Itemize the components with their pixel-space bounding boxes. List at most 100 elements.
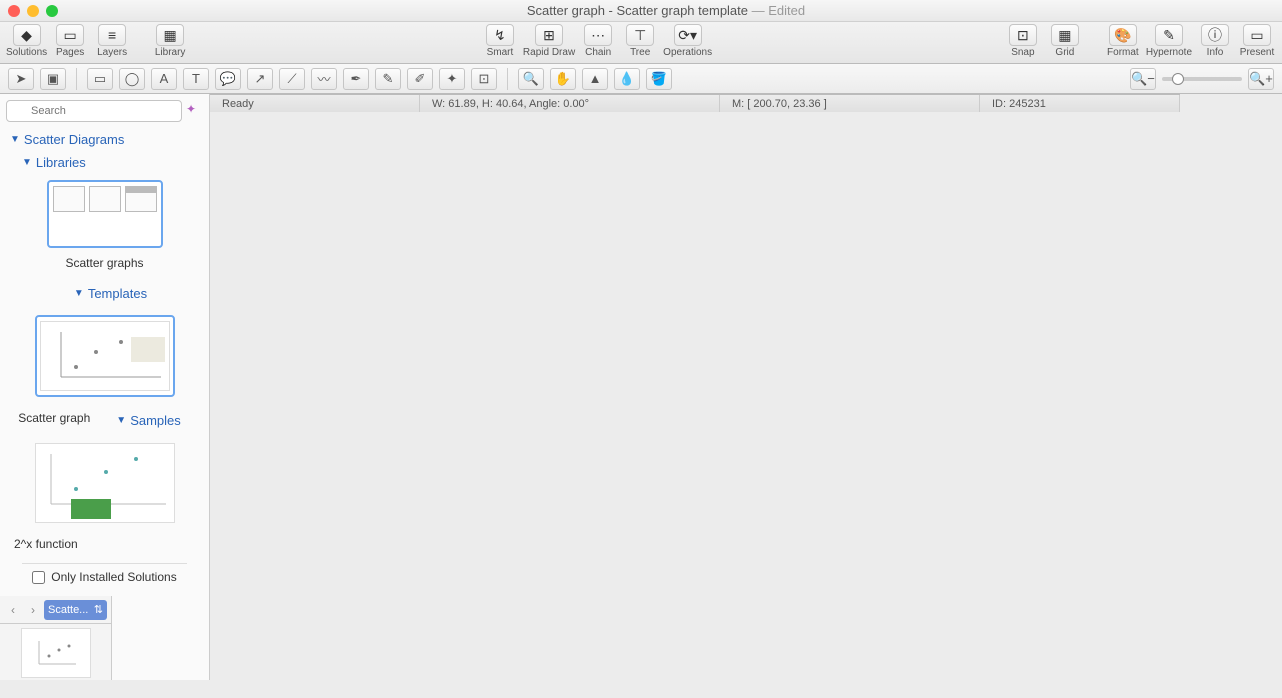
preview-icon <box>40 321 170 391</box>
smart-button[interactable]: ↯Smart <box>481 24 519 58</box>
chain-icon: ⋯ <box>584 24 612 46</box>
zoom-in-button[interactable]: 🔍+ <box>1248 68 1274 90</box>
line-tool[interactable]: ↗ <box>247 68 273 90</box>
stamp-tool[interactable]: ▲ <box>582 68 608 90</box>
next-button[interactable]: › <box>24 601 42 619</box>
slider-thumb[interactable] <box>1172 73 1184 85</box>
toolbar-label: Format <box>1107 47 1139 58</box>
caret-down-icon: ▼ <box>116 415 126 426</box>
zoom-tool[interactable]: 🔍 <box>518 68 544 90</box>
grid-button[interactable]: ▦Grid <box>1046 24 1084 58</box>
toolbar-label: Smart <box>487 47 514 58</box>
toolbar-label: Solutions <box>6 47 47 58</box>
toolbar-label: Chain <box>585 47 611 58</box>
pages-icon: ▭ <box>56 24 84 46</box>
scatter-graphs-thumb[interactable] <box>47 180 163 248</box>
info-icon: ⓘ <box>1201 24 1229 46</box>
toolbar-label: Hypernote <box>1146 47 1192 58</box>
crop-tool[interactable]: ⊡ <box>471 68 497 90</box>
library-button[interactable]: ▦Library <box>151 24 189 58</box>
info-button[interactable]: ⓘInfo <box>1196 24 1234 58</box>
sample-preview[interactable] <box>35 443 175 523</box>
curve-tool[interactable]: 〰 <box>311 68 337 90</box>
grid-icon: ▦ <box>1051 24 1079 46</box>
toolbar-label: Tree <box>630 47 650 58</box>
pencil-tool[interactable]: ✎ <box>375 68 401 90</box>
status-id: ID: 245231 <box>980 95 1180 112</box>
library-item[interactable]: Scatter g ... <box>0 624 111 680</box>
search-wrap <box>6 100 182 122</box>
search-row: ✦ <box>0 94 209 128</box>
hypernote-button[interactable]: ✎Hypernote <box>1146 24 1192 58</box>
prev-button[interactable]: ‹ <box>4 601 22 619</box>
toolbar-group-draw: ↯Smart ⊞Rapid Draw ⋯Chain ⊤Tree ⟳▾Operat… <box>481 24 712 58</box>
text-tool[interactable]: A <box>151 68 177 90</box>
textbox-tool[interactable]: T <box>183 68 209 90</box>
pen-tool[interactable]: ✒ <box>343 68 369 90</box>
minimize-icon[interactable] <box>27 5 39 17</box>
select-tool[interactable]: ▣ <box>40 68 66 90</box>
toolbar-group-left: ◆Solutions ▭Pages ≡Layers <box>6 24 131 58</box>
hypernote-icon: ✎ <box>1155 24 1183 46</box>
tree-libraries[interactable]: ▼Libraries <box>0 151 209 174</box>
pointer-tool[interactable]: ➤ <box>8 68 34 90</box>
toolbar-label: Operations <box>663 47 712 58</box>
status-dimensions: W: 61.89, H: 40.64, Angle: 0.00° <box>420 95 720 112</box>
toolbar-label: Snap <box>1011 47 1034 58</box>
layers-button[interactable]: ≡Layers <box>93 24 131 58</box>
connector-tool[interactable]: ⟋ <box>279 68 305 90</box>
only-installed-checkbox[interactable] <box>32 571 45 584</box>
zoom-out-button[interactable]: 🔍− <box>1130 68 1156 90</box>
node-tool[interactable]: ✦ <box>439 68 465 90</box>
format-button[interactable]: 🎨Format <box>1104 24 1142 58</box>
rect-tool[interactable]: ▭ <box>87 68 113 90</box>
toolbar-label: Rapid Draw <box>523 47 575 58</box>
snap-button[interactable]: ⊡Snap <box>1004 24 1042 58</box>
thumb-caption: 2^x function <box>14 533 78 559</box>
format-icon: 🎨 <box>1109 24 1137 46</box>
zoom-icon[interactable] <box>46 5 58 17</box>
present-button[interactable]: ▭Present <box>1238 24 1276 58</box>
section-label: Scatter Diagrams <box>24 132 124 147</box>
ellipse-tool[interactable]: ◯ <box>119 68 145 90</box>
thumb-caption: Scatter graph <box>18 407 90 433</box>
window-title: Scatter graph - Scatter graph template —… <box>58 3 1274 18</box>
search-input[interactable] <box>6 100 182 122</box>
library-select[interactable]: Scatte...⇅ <box>44 600 107 620</box>
callout-tool[interactable]: 💬 <box>215 68 241 90</box>
pages-button[interactable]: ▭Pages <box>51 24 89 58</box>
tree-samples[interactable]: ▼Samples <box>94 407 190 433</box>
chain-button[interactable]: ⋯Chain <box>579 24 617 58</box>
solutions-button[interactable]: ◆Solutions <box>6 24 47 58</box>
zoom-slider[interactable] <box>1162 77 1242 81</box>
solutions-icon: ◆ <box>13 24 41 46</box>
hand-tool[interactable]: ✋ <box>550 68 576 90</box>
operations-button[interactable]: ⟳▾Operations <box>663 24 712 58</box>
launch-icon[interactable]: ✦ <box>186 102 203 120</box>
close-icon[interactable] <box>8 5 20 17</box>
status-bar: Ready W: 61.89, H: 40.64, Angle: 0.00° M… <box>210 94 1180 112</box>
toolbar-group-right: 🎨Format ✎Hypernote ⓘInfo ▭Present <box>1104 24 1276 58</box>
rapid-draw-button[interactable]: ⊞Rapid Draw <box>523 24 575 58</box>
status-ready: Ready <box>210 95 420 112</box>
section-label: Libraries <box>36 155 86 170</box>
checkbox-label: Only Installed Solutions <box>51 570 176 584</box>
tree-icon: ⊤ <box>626 24 654 46</box>
toolbar-group-library: ▦Library <box>151 24 189 58</box>
window-controls[interactable] <box>8 5 58 17</box>
tree-button[interactable]: ⊤Tree <box>621 24 659 58</box>
tree-templates[interactable]: ▼Templates <box>52 282 157 305</box>
solutions-panel: ✦ ▼Scatter Diagrams ▼Libraries Scatter g… <box>0 94 210 680</box>
library-thumbnail: Scatter graphs ▼Templates Scatter graph … <box>0 174 209 596</box>
thumb-caption: Scatter graphs <box>65 252 143 278</box>
present-icon: ▭ <box>1243 24 1271 46</box>
main-toolbar: ◆Solutions ▭Pages ≡Layers ▦Library ↯Smar… <box>0 22 1282 64</box>
bucket-tool[interactable]: 🪣 <box>646 68 672 90</box>
tree-root[interactable]: ▼Scatter Diagrams <box>0 128 209 151</box>
only-installed-row[interactable]: Only Installed Solutions <box>22 563 186 590</box>
separator <box>76 68 77 90</box>
eyedrop-tool[interactable]: 💧 <box>614 68 640 90</box>
scatter-graph-template-thumb[interactable] <box>35 315 175 397</box>
status-mouse: M: [ 200.70, 23.36 ] <box>720 95 980 112</box>
edit-tool[interactable]: ✐ <box>407 68 433 90</box>
